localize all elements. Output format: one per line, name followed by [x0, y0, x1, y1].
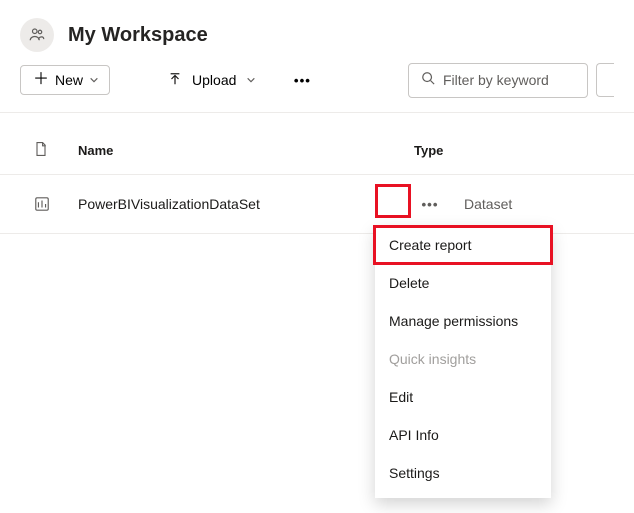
row-type-label: Dataset — [464, 196, 512, 212]
chevron-down-icon — [246, 72, 256, 88]
row-name: PowerBIVisualizationDataSet — [78, 196, 414, 212]
new-button[interactable]: ＋ New — [20, 65, 110, 95]
toolbar: ＋ New Upload ••• — [0, 60, 634, 113]
plus-icon: ＋ — [33, 72, 49, 88]
workspace-icon — [20, 18, 54, 52]
column-name-header[interactable]: Name — [78, 143, 414, 158]
row-more-button[interactable]: ••• — [414, 189, 446, 219]
ellipsis-icon: ••• — [294, 73, 311, 88]
dataset-icon — [34, 196, 78, 212]
workspace-header: My Workspace — [0, 0, 634, 60]
menu-item-manage-permissions[interactable]: Manage permissions — [375, 302, 551, 340]
new-button-label: New — [55, 72, 83, 88]
toolbar-extra-button[interactable] — [596, 63, 614, 97]
row-type-area: ••• Dataset — [414, 189, 614, 219]
upload-button[interactable]: Upload — [158, 66, 266, 95]
table-header: Name Type — [0, 113, 634, 175]
menu-item-create-report[interactable]: Create report — [375, 226, 551, 264]
search-area — [408, 63, 614, 98]
ellipsis-icon: ••• — [422, 197, 439, 212]
search-icon — [421, 71, 435, 90]
menu-item-edit[interactable]: Edit — [375, 378, 551, 416]
chevron-down-icon — [89, 72, 99, 88]
upload-icon — [168, 72, 182, 89]
menu-item-api-info[interactable]: API Info — [375, 416, 551, 454]
search-box[interactable] — [408, 63, 588, 98]
menu-item-quick-insights: Quick insights — [375, 340, 551, 378]
column-icon-header — [34, 141, 78, 160]
context-menu: Create report Delete Manage permissions … — [375, 226, 551, 498]
file-icon — [34, 141, 48, 160]
toolbar-more-button[interactable]: ••• — [286, 64, 318, 96]
workspace-title: My Workspace — [68, 24, 208, 47]
menu-item-delete[interactable]: Delete — [375, 264, 551, 302]
column-type-header[interactable]: Type — [414, 143, 614, 158]
upload-button-label: Upload — [192, 72, 236, 88]
menu-item-settings[interactable]: Settings — [375, 454, 551, 492]
search-input[interactable] — [443, 72, 575, 88]
